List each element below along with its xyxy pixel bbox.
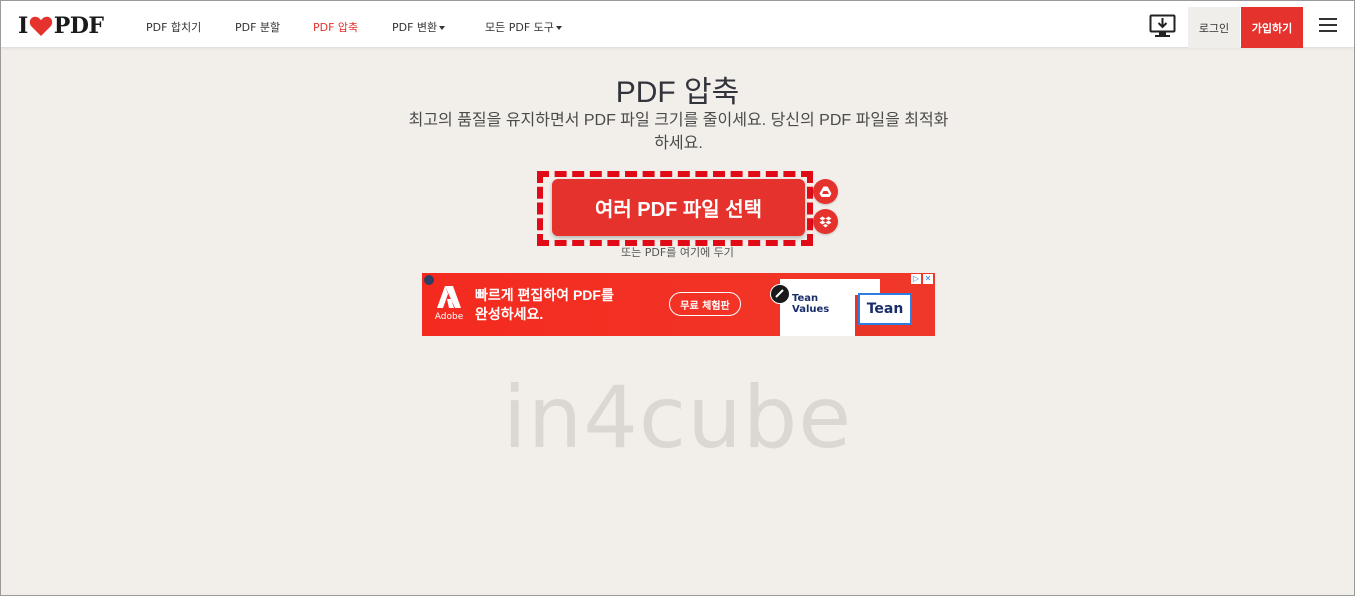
page-frame: I PDF PDF 합치기 PDF 분할 PDF 압축 PDF 변환 모든 PD… xyxy=(0,0,1355,596)
adobe-logo: Adobe xyxy=(434,285,464,325)
dropbox-icon xyxy=(819,216,832,227)
ad-close-icon[interactable]: ✕ xyxy=(923,274,933,284)
ad-headline-line-2: 완성하세요. xyxy=(475,306,544,322)
nav-convert-pdf[interactable]: PDF 변환 xyxy=(392,19,446,35)
nav-merge-pdf[interactable]: PDF 합치기 xyxy=(146,19,201,35)
adobe-ad-banner[interactable]: Adobe 빠르게 편집하여 PDF를 완성하세요. 무료 체험판 Tean V… xyxy=(422,273,935,336)
nav-all-tools-label: 모든 PDF 도구 xyxy=(485,21,554,34)
page-title: PDF 압축 xyxy=(615,76,740,109)
caret-down-icon xyxy=(439,26,446,30)
nav-compress-pdf[interactable]: PDF 압축 xyxy=(313,19,358,35)
ad-card-text: Tean Values xyxy=(792,293,829,315)
ilovepdf-logo[interactable]: I PDF xyxy=(18,13,104,39)
ad-badges: ▷ ✕ xyxy=(911,274,933,284)
annotation-highlight-box xyxy=(537,171,813,246)
google-drive-button[interactable] xyxy=(813,179,838,204)
watermark-text: in4cube xyxy=(502,368,853,468)
ad-selected-text-box: Tean xyxy=(858,293,912,325)
ad-edit-pencil-icon xyxy=(770,284,790,304)
caret-down-icon xyxy=(555,26,562,30)
adobe-a-icon xyxy=(437,286,461,308)
nav-convert-label: PDF 변환 xyxy=(392,21,438,34)
ad-card-text-line-2: Values xyxy=(792,304,830,315)
logo-pdf: PDF xyxy=(53,13,104,39)
top-navbar: I PDF PDF 합치기 PDF 분할 PDF 압축 PDF 변환 모든 PD… xyxy=(1,1,1354,48)
ad-headline: 빠르게 편집하여 PDF를 완성하세요. xyxy=(475,286,614,324)
heart-icon xyxy=(29,16,52,36)
google-drive-icon xyxy=(819,186,832,197)
login-button[interactable]: 로그인 xyxy=(1188,7,1240,48)
ad-card-text-line-1: Tean xyxy=(792,293,819,304)
ad-choices-icon[interactable]: ▷ xyxy=(911,274,921,284)
page-subtitle: 최고의 품질을 유지하면서 PDF 파일 크기를 줄이세요. 당신의 PDF 파… xyxy=(396,109,961,155)
subtitle-line-1: 최고의 품질을 유지하면서 PDF 파일 크기를 줄이세요. 당신의 PDF 파… xyxy=(408,112,949,129)
subtitle-line-2: 하세요. xyxy=(654,135,703,152)
ad-free-trial-button[interactable]: 무료 체험판 xyxy=(669,292,741,316)
nav-split-pdf[interactable]: PDF 분할 xyxy=(235,19,280,35)
desktop-download-icon[interactable] xyxy=(1149,14,1176,38)
dropbox-button[interactable] xyxy=(813,209,838,234)
signup-button[interactable]: 가입하기 xyxy=(1241,7,1303,48)
nav-all-tools[interactable]: 모든 PDF 도구 xyxy=(485,19,562,35)
ad-headline-line-1: 빠르게 편집하여 PDF를 xyxy=(475,287,614,303)
logo-letter-i: I xyxy=(18,13,28,39)
drop-hint-text: 또는 PDF를 여기에 두기 xyxy=(621,246,734,259)
hamburger-menu-icon[interactable] xyxy=(1319,18,1339,34)
ad-info-icon[interactable] xyxy=(424,275,434,285)
adobe-brand-text: Adobe xyxy=(434,312,464,322)
